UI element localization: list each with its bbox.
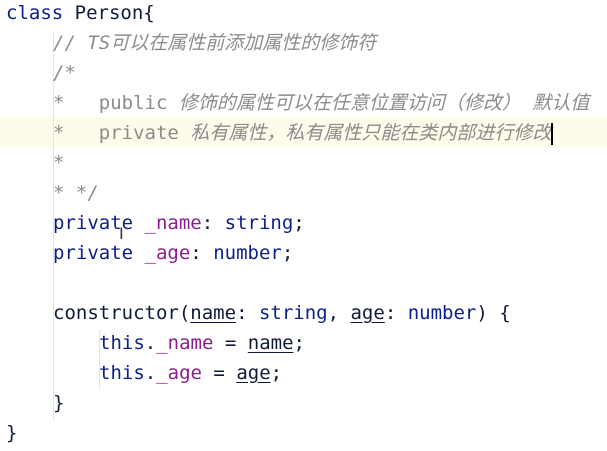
code-line-comment[interactable]: // TS可以在属性前添加属性的修饰符 (53, 28, 376, 58)
code-line-age-field[interactable]: private _age: number; (53, 238, 293, 268)
block-comment-close: * */ (53, 182, 99, 204)
class-name: Person (74, 2, 144, 24)
code-line-name-field[interactable]: private _name: string; (53, 208, 305, 238)
comment-star: * (53, 122, 65, 144)
type-string: string (224, 212, 294, 234)
comment-public-keyword: public (98, 92, 168, 114)
block-comment-open: /* (53, 62, 76, 84)
code-line-assign-name[interactable]: this._name = name; (99, 328, 305, 358)
mouse-ibeam-icon: I (119, 224, 124, 243)
param-name: name (190, 302, 237, 324)
keyword-class: class (6, 2, 64, 24)
type-number: number (213, 242, 282, 264)
comment-private-description: 私有属性，私有属性只能在类内部进行修改 (190, 122, 552, 144)
code-line-public-comment[interactable]: * public 修饰的属性可以在任意位置访问（修改） 默认值 (53, 88, 589, 118)
open-brace: { (143, 2, 155, 24)
type-number: number (407, 302, 477, 324)
field-name: _name (144, 212, 202, 234)
comment-private-keyword: private (98, 122, 179, 144)
code-line-assign-age[interactable]: this._age = age; (99, 358, 282, 388)
code-line-constructor-close[interactable]: } (53, 388, 64, 418)
keyword-private: private (53, 242, 134, 264)
keyword-constructor: constructor (53, 302, 179, 324)
comment-star: * (53, 152, 65, 174)
close-brace: } (53, 392, 65, 414)
code-line-class-decl[interactable]: class Person{ (6, 0, 155, 28)
keyword-this: this (99, 332, 145, 354)
comment-public-description: 修饰的属性可以在任意位置访问（修改） 默认值 (178, 92, 590, 114)
field-age: _age (144, 242, 191, 264)
code-line-block-comment-open[interactable]: /* (53, 58, 76, 88)
type-string: string (258, 302, 328, 324)
code-line-class-close[interactable]: } (6, 418, 17, 448)
comment-star: * (53, 92, 65, 114)
param-name-ref: name (247, 332, 294, 354)
code-line-constructor[interactable]: constructor(name: string, age: number) { (53, 298, 511, 328)
line-comment: // TS可以在属性前添加属性的修饰符 (53, 32, 377, 54)
param-age-ref: age (236, 362, 271, 384)
code-line-block-comment-close[interactable]: * */ (53, 178, 99, 208)
code-line-private-comment[interactable]: * private 私有属性，私有属性只能在类内部进行修改 (53, 118, 554, 148)
text-caret (551, 122, 554, 145)
code-editor[interactable]: class Person{ // TS可以在属性前添加属性的修饰符 /* * p… (0, 0, 607, 451)
field-age: _age (156, 362, 202, 384)
code-line-empty-comment[interactable]: * (53, 148, 64, 178)
close-brace: } (6, 422, 18, 444)
param-age: age (350, 302, 385, 324)
keyword-this: this (99, 362, 145, 384)
field-name: _name (156, 332, 214, 354)
open-brace: { (499, 302, 511, 324)
